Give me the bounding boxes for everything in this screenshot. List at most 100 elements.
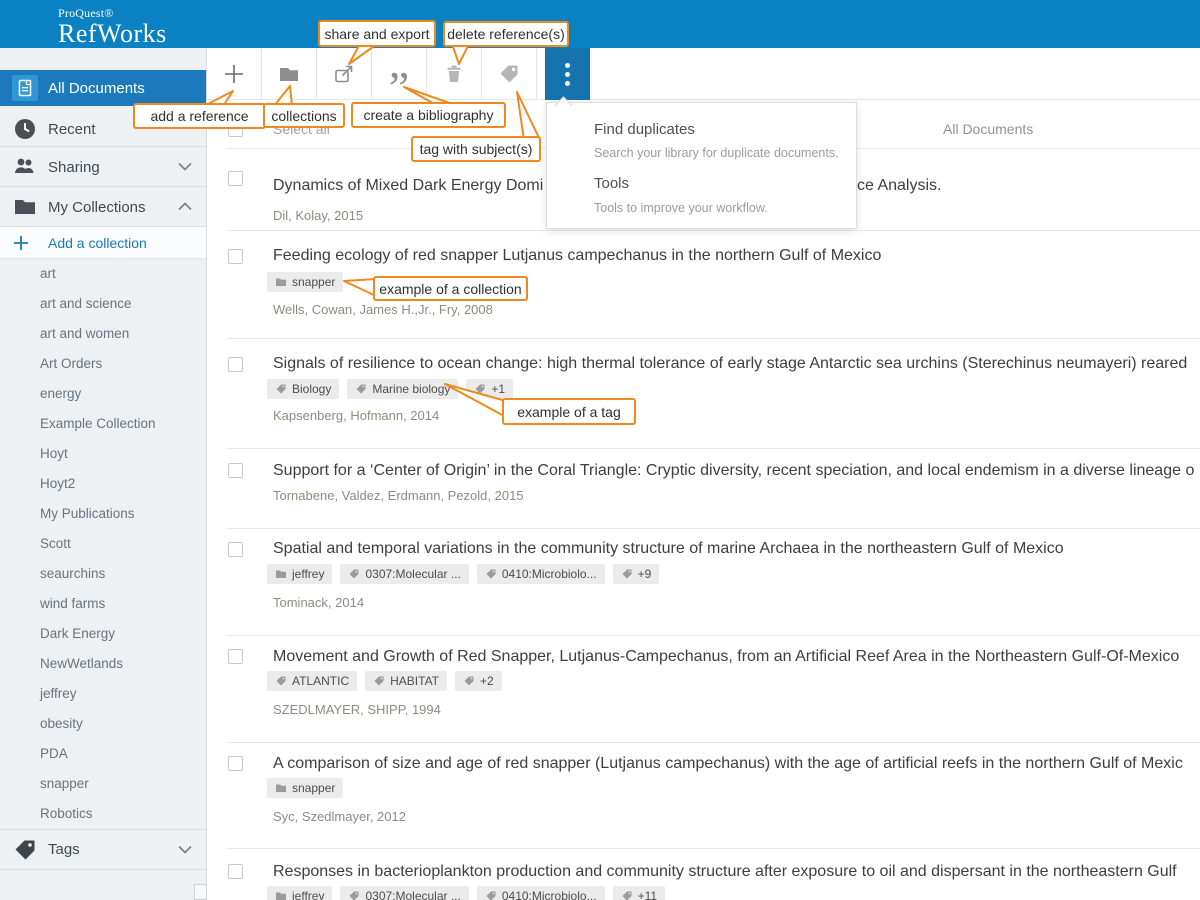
callout-delete-references: delete reference(s) [443, 21, 569, 47]
more-menu-panel: Find duplicates Search your library for … [546, 102, 857, 229]
tag-chip[interactable]: 0307:Molecular ... [340, 886, 468, 900]
collection-item[interactable]: NewWetlands [0, 649, 206, 679]
collection-item[interactable]: obesity [0, 709, 206, 739]
collection-item[interactable]: seaurchins [0, 559, 206, 589]
chip-label: +1 [491, 382, 505, 396]
collection-item[interactable]: Dark Energy [0, 619, 206, 649]
sidebar-item-sharing[interactable]: Sharing [0, 148, 206, 187]
sidebar-item-my-collections[interactable]: My Collections [0, 188, 206, 227]
row-checkbox[interactable] [228, 864, 243, 879]
chip-label: jeffrey [292, 567, 324, 581]
chip-label: Biology [292, 382, 331, 396]
collection-item[interactable]: Art Orders [0, 349, 206, 379]
tag-chip[interactable]: ATLANTIC [267, 671, 357, 691]
tag-button[interactable] [482, 48, 537, 100]
chip-label: ATLANTIC [292, 674, 349, 688]
collection-item[interactable]: wind farms [0, 589, 206, 619]
row-checkbox[interactable] [228, 171, 243, 186]
document-authors: Dil, Kolay, 2015 [273, 208, 363, 223]
callout-share-export: share and export [318, 20, 436, 47]
chip-label: HABITAT [390, 674, 439, 688]
add-reference-button[interactable] [207, 48, 262, 100]
collection-item[interactable]: art [0, 259, 206, 289]
collection-item[interactable]: energy [0, 379, 206, 409]
chip-label: Marine biology [372, 382, 450, 396]
row-checkbox[interactable] [228, 756, 243, 771]
tag-chip[interactable]: 0410:Microbiolo... [477, 564, 605, 584]
folder-icon [275, 568, 287, 580]
chevron-up-icon[interactable] [178, 198, 192, 216]
chevron-down-icon[interactable] [178, 158, 192, 176]
document-title[interactable]: Spatial and temporal variations in the c… [273, 540, 1200, 558]
row-checkbox[interactable] [228, 249, 243, 264]
more-menu-button[interactable] [545, 48, 590, 100]
divider [227, 230, 1200, 231]
document-title[interactable]: Signals of resilience to ocean change: h… [273, 355, 1200, 373]
menu-item-tools[interactable]: Tools [594, 175, 629, 192]
folder-icon [277, 62, 301, 86]
tag-chip[interactable]: Marine biology [347, 379, 458, 399]
collection-item[interactable]: Robotics [0, 799, 206, 829]
document-icon [12, 75, 38, 101]
row-checkbox[interactable] [228, 357, 243, 372]
sidebar-item-all-documents[interactable]: All Documents [0, 70, 206, 106]
sidebar: All Documents Recent Sharing [0, 48, 207, 900]
document-title[interactable]: Feeding ecology of red snapper Lutjanus … [273, 247, 1200, 265]
sidebar-item-label: Sharing [48, 159, 100, 176]
create-bibliography-button[interactable]: ” [372, 48, 427, 100]
callout-tag-subjects: tag with subject(s) [411, 136, 541, 162]
document-title[interactable]: Responses in bacterioplankton production… [273, 863, 1200, 881]
collection-item[interactable]: Hoyt2 [0, 469, 206, 499]
collection-item[interactable]: Scott [0, 529, 206, 559]
collection-chip[interactable]: jeffrey [267, 886, 332, 900]
add-collection-button[interactable]: Add a collection [0, 227, 206, 259]
collection-item[interactable]: Example Collection [0, 409, 206, 439]
collection-item[interactable]: Hoyt [0, 439, 206, 469]
tag-chip[interactable]: 0410:Microbiolo... [477, 886, 605, 900]
sidebar-item-label: All Documents [48, 80, 145, 97]
tag-icon [485, 568, 497, 580]
document-title[interactable]: A comparison of size and age of red snap… [273, 755, 1200, 773]
collection-chip[interactable]: jeffrey [267, 564, 332, 584]
collection-item[interactable]: jeffrey [0, 679, 206, 709]
divider [227, 448, 1200, 449]
tag-chip[interactable]: Biology [267, 379, 339, 399]
row-checkbox[interactable] [228, 463, 243, 478]
chips-row: ATLANTIC HABITAT +2 [267, 671, 510, 691]
document-authors: Tornabene, Valdez, Erdmann, Pezold, 2015 [273, 488, 524, 503]
document-title[interactable]: Movement and Growth of Red Snapper, Lutj… [273, 648, 1200, 666]
callout-collections: collections [263, 103, 345, 128]
row-checkbox[interactable] [228, 649, 243, 664]
tag-chip[interactable]: +11 [613, 886, 665, 900]
collection-chip[interactable]: snapper [267, 778, 343, 798]
share-icon [332, 62, 356, 86]
document-authors: Wells, Cowan, James H.,Jr., Fry, 2008 [273, 302, 493, 317]
callout-add-reference: add a reference [133, 103, 266, 129]
sidebar-item-tags[interactable]: Tags [0, 829, 206, 870]
tag-chip[interactable]: +9 [613, 564, 660, 584]
divider [227, 528, 1200, 529]
menu-item-find-duplicates[interactable]: Find duplicates [594, 121, 695, 138]
tag-chip[interactable]: 0307:Molecular ... [340, 564, 468, 584]
document-title-continued[interactable]: ce Analysis. [857, 177, 941, 195]
row-checkbox[interactable] [228, 542, 243, 557]
collection-item[interactable]: art and women [0, 319, 206, 349]
collection-item[interactable]: My Publications [0, 499, 206, 529]
tag-chip[interactable]: +2 [455, 671, 502, 691]
collection-chip[interactable]: snapper [267, 272, 343, 292]
share-export-button[interactable] [317, 48, 372, 100]
chevron-down-icon[interactable] [178, 841, 192, 859]
tag-chip[interactable]: HABITAT [365, 671, 447, 691]
sidebar-item-label: Tags [48, 841, 80, 858]
tag-icon [621, 890, 633, 900]
document-title[interactable]: Support for a ‘Center of Origin’ in the … [273, 462, 1200, 480]
collection-item[interactable]: art and science [0, 289, 206, 319]
tag-icon [497, 62, 521, 86]
people-icon [12, 154, 38, 180]
tag-chip[interactable]: +1 [466, 379, 513, 399]
tag-icon [12, 838, 38, 862]
collection-item[interactable]: PDA [0, 739, 206, 769]
collection-item[interactable]: snapper [0, 769, 206, 799]
collections-button[interactable] [262, 48, 317, 100]
delete-reference-button[interactable] [427, 48, 482, 100]
